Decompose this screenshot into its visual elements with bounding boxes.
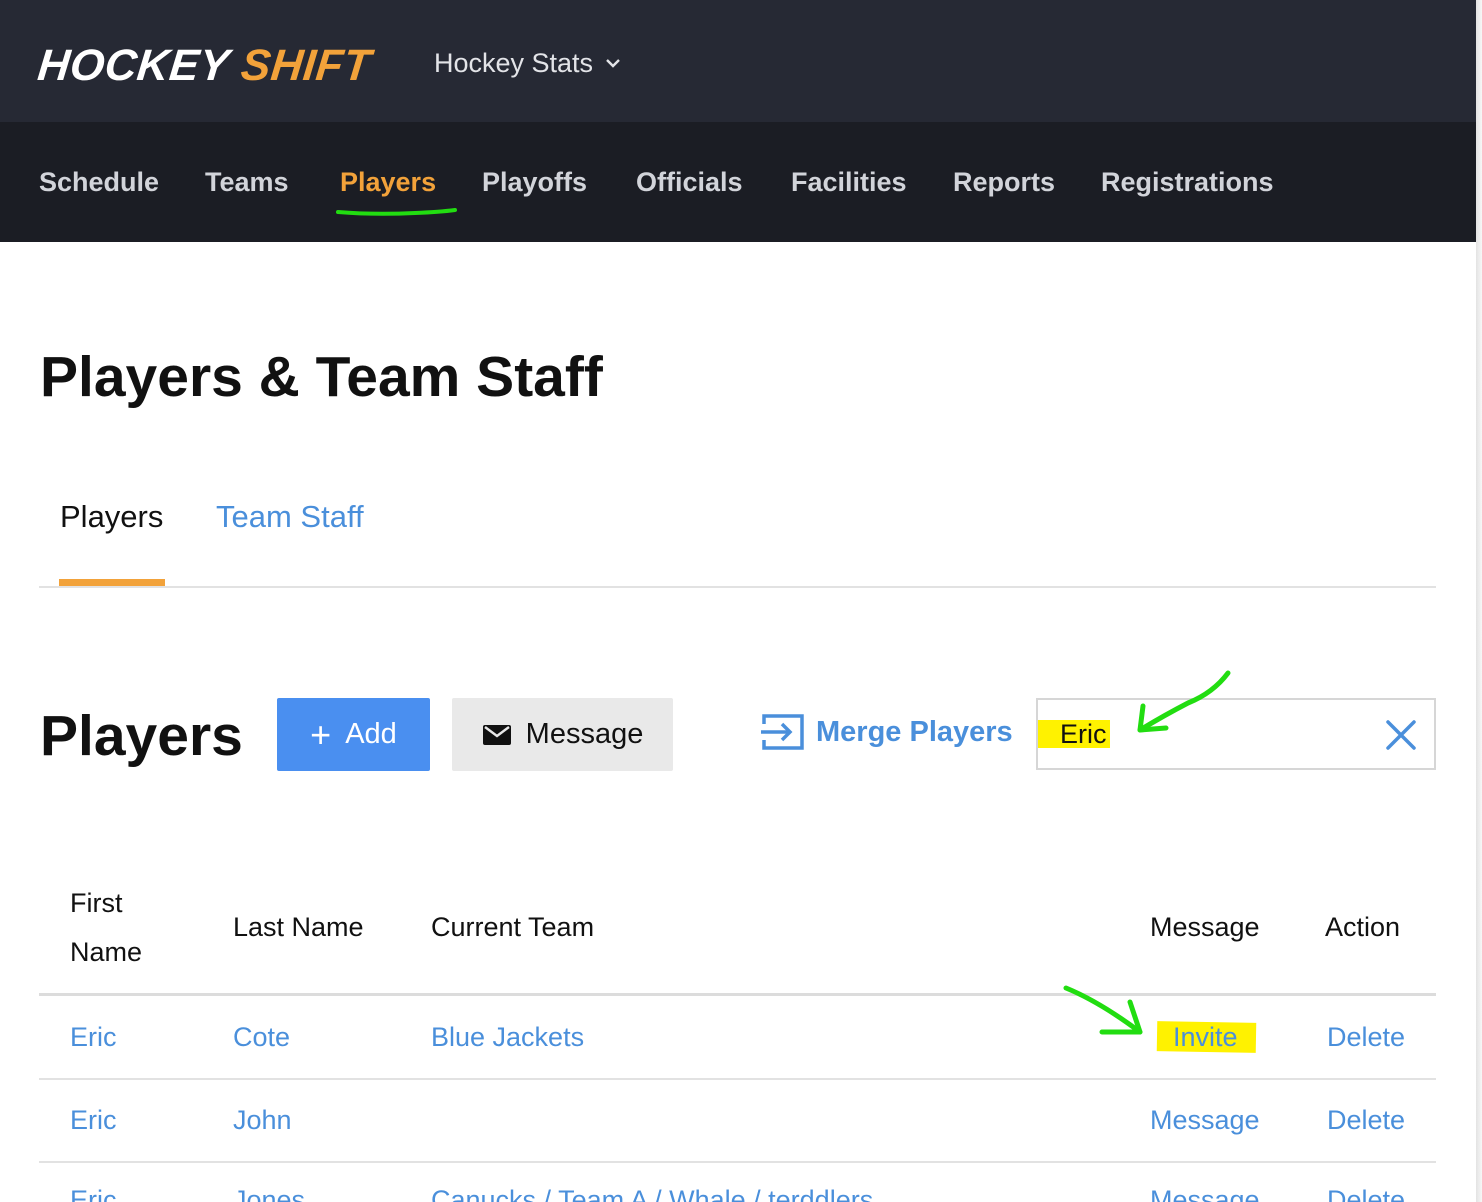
tab-players[interactable]: Players <box>60 497 163 537</box>
message-link[interactable]: Message <box>1150 1102 1260 1138</box>
row-current-team[interactable]: Canucks / Team A / Whale / terddlers <box>431 1182 873 1202</box>
tabs-divider <box>39 586 1436 588</box>
add-player-button[interactable]: + Add <box>277 698 430 771</box>
delete-link[interactable]: Delete <box>1327 1019 1405 1055</box>
row-current-team[interactable]: Blue Jackets <box>431 1019 584 1055</box>
nav-item-teams[interactable]: Teams <box>205 164 289 200</box>
merge-players-label: Merge Players <box>816 715 1013 748</box>
section-title: Players <box>40 704 243 768</box>
message-link[interactable]: Message <box>1150 1182 1260 1202</box>
org-selector-label: Hockey Stats <box>434 48 594 78</box>
nav-item-registrations[interactable]: Registrations <box>1101 164 1274 200</box>
column-header-current-team[interactable]: Current Team <box>431 903 594 952</box>
plus-icon: + <box>310 713 332 755</box>
logo-word-shift: SHIFT <box>238 41 374 90</box>
merge-icon <box>761 714 804 750</box>
row-last-name[interactable]: Jones <box>233 1182 305 1202</box>
row-first-name[interactable]: Eric <box>70 1019 117 1055</box>
tab-team-staff[interactable]: Team Staff <box>216 497 364 537</box>
message-button-label: Message <box>525 718 644 750</box>
invite-link[interactable]: Invite <box>1173 1019 1238 1055</box>
delete-link[interactable]: Delete <box>1327 1182 1405 1202</box>
main-nav: Schedule Teams Players Playoffs Official… <box>0 122 1476 242</box>
org-selector[interactable]: Hockey Stats <box>434 44 621 82</box>
nav-item-playoffs[interactable]: Playoffs <box>482 164 587 200</box>
envelope-icon <box>482 724 511 745</box>
chevron-down-icon <box>606 59 620 68</box>
tab-active-indicator <box>59 579 165 586</box>
nav-item-officials[interactable]: Officials <box>636 164 743 200</box>
row-divider <box>39 1161 1436 1163</box>
logo-word-hockey: HOCKEY <box>35 41 232 90</box>
annotation-underline <box>336 208 457 216</box>
nav-item-reports[interactable]: Reports <box>953 164 1055 200</box>
search-input[interactable] <box>1060 714 1360 754</box>
nav-item-schedule[interactable]: Schedule <box>39 164 159 200</box>
column-header-first-name-line2: Name <box>70 937 143 967</box>
row-last-name[interactable]: John <box>233 1102 292 1138</box>
page-title: Players & Team Staff <box>40 345 603 409</box>
scrollbar-edge <box>1476 0 1482 1202</box>
column-header-last-name[interactable]: Last Name <box>233 903 364 952</box>
add-button-label: Add <box>345 718 397 750</box>
column-header-action: Action <box>1325 912 1401 942</box>
nav-item-facilities[interactable]: Facilities <box>791 164 907 200</box>
close-icon[interactable] <box>1383 717 1419 753</box>
top-bar: HOCKEY SHIFT Hockey Stats <box>0 0 1476 122</box>
player-search <box>1036 698 1436 770</box>
row-divider <box>39 1078 1436 1080</box>
hockey-shift-logo[interactable]: HOCKEY SHIFT <box>35 40 373 92</box>
merge-players-link[interactable]: Merge Players <box>760 712 1013 752</box>
message-button[interactable]: Message <box>452 698 673 771</box>
delete-link[interactable]: Delete <box>1327 1102 1405 1138</box>
annotation-arrow-invite <box>1063 985 1143 1035</box>
row-first-name[interactable]: Eric <box>70 1102 117 1138</box>
nav-item-players[interactable]: Players <box>340 164 436 200</box>
column-header-message: Message <box>1150 912 1260 942</box>
row-first-name[interactable]: Eric <box>70 1182 117 1202</box>
column-header-first-name-line1: First <box>70 888 123 918</box>
table-header-divider <box>39 993 1436 996</box>
column-header-first-name[interactable]: First Name <box>70 879 142 977</box>
row-last-name[interactable]: Cote <box>233 1019 290 1055</box>
